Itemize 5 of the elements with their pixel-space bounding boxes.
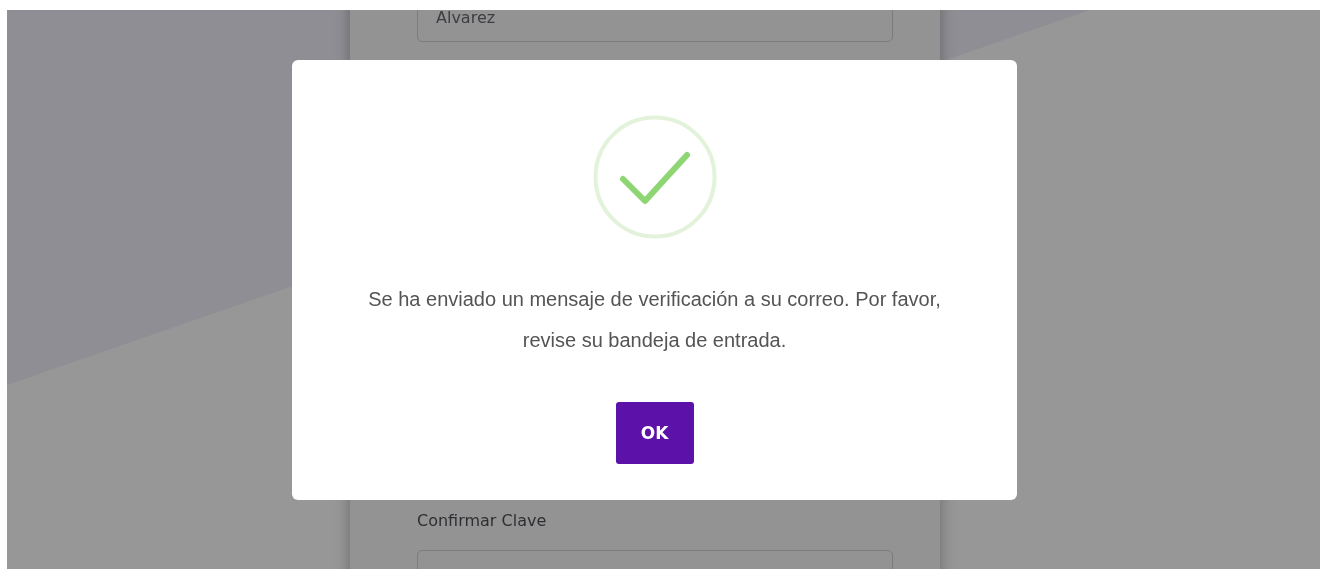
verification-message: Se ha enviado un mensaje de verificación a su correo. Por favor, revise su bandeja de entrada. bbox=[367, 287, 942, 353]
success-check-icon bbox=[592, 115, 717, 239]
last-name-field[interactable]: Alvarez bbox=[417, 10, 893, 42]
confirm-password-label: Confirmar Clave bbox=[417, 511, 547, 531]
ok-button[interactable]: OK bbox=[615, 402, 694, 464]
